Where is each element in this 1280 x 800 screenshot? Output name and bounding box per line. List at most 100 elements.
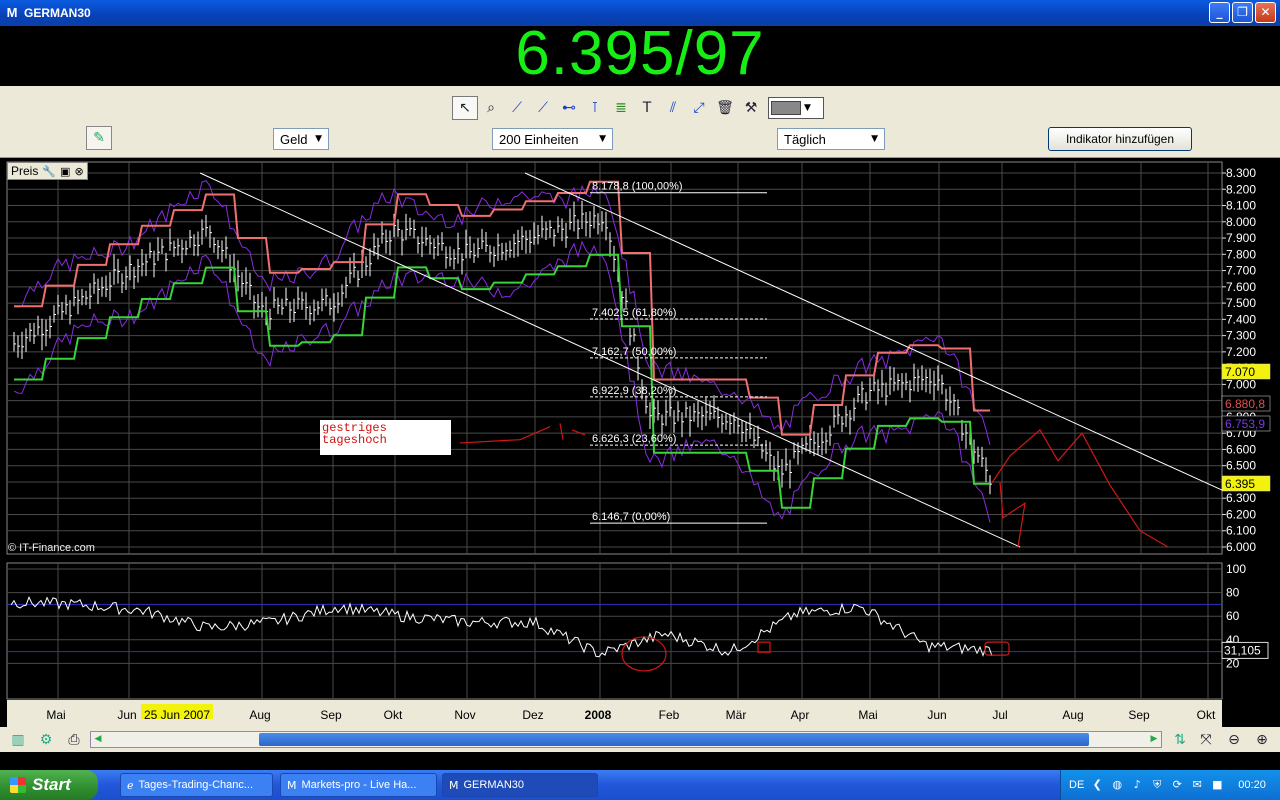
volume-icon[interactable]: ♪ (1130, 778, 1144, 792)
y-tick-label: 6.100 (1226, 524, 1256, 538)
expand-tray-icon[interactable]: ❮ (1090, 778, 1104, 792)
interval-select[interactable]: Täglich ▼ (777, 128, 885, 150)
indicator-icon[interactable]: ⚙ (36, 730, 56, 750)
units-select[interactable]: 200 Einheiten ▼ (492, 128, 613, 150)
system-tray: DE ❮ ◍ ♪ ⛨ ⟳ ✉ ■ 00:20 (1060, 770, 1280, 800)
x-tick-label: Nov (454, 708, 475, 722)
y-tick-label: 7.300 (1226, 329, 1256, 343)
price-panel-frame (6, 161, 1223, 555)
y-tick-label: 6.600 (1226, 442, 1256, 456)
fib-level-label: 7.162,7 (50,00%) (592, 346, 676, 358)
chart-type-icon[interactable]: ✎ (86, 126, 112, 150)
y-tick-label: 7.400 (1226, 312, 1256, 326)
fib-level-label: 6.626,3 (23,60%) (592, 433, 676, 445)
scroll-right-icon[interactable]: ▶ (1147, 732, 1161, 747)
window-title: GERMAN30 (24, 6, 91, 20)
x-tick-label: 25 Jun 2007 (144, 708, 210, 722)
minimize-button[interactable]: _ (1209, 2, 1230, 23)
maximize-button[interactable]: ❐ (1232, 2, 1253, 23)
fit-icon[interactable]: ⤧ (1196, 730, 1216, 750)
rsi-tick-label: 80 (1226, 586, 1240, 600)
text-icon[interactable]: T (634, 96, 660, 120)
y-tick-label: 8.000 (1226, 215, 1256, 229)
taskbar-item-browser[interactable]: ℯ Tages-Trading-Chanc... (120, 773, 273, 797)
control-panel: ↖ ⌕ ⟋ ⟋ ⊷ ⊺ ≣ T ⫽ ⤢ 🗑 ⚒ ▼ ✎ Geld ▼ 200 E… (0, 86, 1280, 158)
arrow-icon[interactable]: ⤢ (686, 96, 712, 120)
x-tick-label: Mai (46, 708, 65, 722)
price-value-tag-label: 6.395 (1225, 477, 1255, 491)
compare-icon[interactable]: ⇅ (1170, 730, 1190, 750)
parallel-lines-icon[interactable]: ⫽ (660, 96, 686, 120)
price-panel-label: Preis (11, 164, 39, 178)
vertical-line-icon[interactable]: ⊺ (582, 96, 608, 120)
y-tick-label: 8.300 (1226, 166, 1256, 180)
scroll-thumb[interactable] (259, 733, 1089, 746)
chevron-down-icon: ▼ (804, 103, 811, 113)
fib-level-label: 6.922,9 (38,20%) (592, 385, 676, 397)
x-tick-label: Okt (1197, 708, 1216, 722)
add-indicator-button[interactable]: Indikator hinzufügen (1048, 127, 1192, 151)
copyright-text: © IT-Finance.com (8, 542, 95, 554)
x-tick-label: Okt (384, 708, 403, 722)
clock: 00:20 (1238, 779, 1266, 791)
x-tick-label: Aug (249, 708, 270, 722)
y-tick-label: 6.300 (1226, 491, 1256, 505)
horizontal-line-icon[interactable]: ⊷ (556, 96, 582, 120)
zoom-icon[interactable]: ⌕ (478, 96, 504, 120)
task-label: GERMAN30 (463, 779, 525, 791)
trash-icon[interactable]: 🗑 (712, 96, 738, 120)
m-logo-icon: M (449, 778, 459, 792)
cursor-icon[interactable]: ↖ (452, 96, 478, 120)
zoom-in-icon[interactable]: ⊕ (1252, 730, 1272, 750)
trendline-icon[interactable]: ⟋ (530, 96, 556, 120)
security-icon[interactable]: ⛨ (1150, 778, 1164, 792)
x-tick-label: Aug (1062, 708, 1083, 722)
y-tick-label: 7.900 (1226, 231, 1256, 245)
close-icon[interactable]: ⊗ (74, 165, 83, 178)
zoom-out-icon[interactable]: ⊖ (1224, 730, 1244, 750)
rsi-panel-frame (6, 562, 1223, 700)
y-tick-label: 7.500 (1226, 296, 1256, 310)
fibonacci-icon[interactable]: ≣ (608, 96, 634, 120)
x-tick-label: Jun (927, 708, 946, 722)
fib-level-label: 6.146,7 (0,00%) (592, 511, 670, 523)
taskbar-item-german30[interactable]: M GERMAN30 (442, 773, 598, 797)
y-tick-label: 7.000 (1226, 377, 1256, 391)
start-button[interactable]: Start (0, 770, 98, 800)
print-icon[interactable]: ⎙ (64, 730, 84, 750)
x-tick-label: Sep (320, 708, 342, 722)
wrench-icon[interactable]: 🔧 (42, 165, 56, 178)
color-picker[interactable]: ▼ (768, 97, 824, 119)
price-chart[interactable]: Mai Jun 25 Jun 2007 Aug Sep Okt Nov Dez 2008 Feb M… (0, 158, 1280, 728)
price-type-select[interactable]: Geld ▼ (273, 128, 329, 150)
scroll-left-icon[interactable]: ◀ (91, 732, 105, 747)
x-tick-label: Mai (858, 708, 877, 722)
rsi-value-tag-label: 31,105 (1224, 643, 1261, 657)
note-line-2: tageshoch (322, 433, 387, 447)
close-button[interactable]: ✕ (1255, 2, 1276, 23)
price-value-tag-label: 7.070 (1225, 365, 1255, 379)
chart-area[interactable]: Mai Jun 25 Jun 2007 Aug Sep Okt Nov Dez 2008 Feb M… (0, 158, 1280, 728)
tools-icon[interactable]: ⚒ (738, 96, 764, 120)
drawing-toolbar: ↖ ⌕ ⟋ ⟋ ⊷ ⊺ ≣ T ⫽ ⤢ 🗑 ⚒ ▼ (452, 95, 824, 121)
taskbar: Start ℯ Tages-Trading-Chanc... M Markets… (0, 770, 1280, 800)
chat-icon[interactable]: ✉ (1190, 778, 1204, 792)
y-tick-label: 6.500 (1226, 459, 1256, 473)
window-icon[interactable]: ▣ (60, 165, 70, 178)
y-tick-label: 7.700 (1226, 264, 1256, 278)
y-tick-label: 7.800 (1226, 247, 1256, 261)
taskbar-item-markets[interactable]: M Markets-pro - Live Ha... (280, 773, 437, 797)
network-icon[interactable]: ◍ (1110, 778, 1124, 792)
y-tick-label: 8.100 (1226, 199, 1256, 213)
app-tray-icon[interactable]: ■ (1210, 778, 1224, 792)
m-logo-icon: M (6, 5, 18, 20)
chart-settings-icon[interactable]: ▥ (8, 730, 28, 750)
y-tick-label: 6.000 (1226, 540, 1256, 554)
time-scrollbar[interactable]: ◀ ▶ (90, 731, 1162, 748)
line-icon[interactable]: ⟋ (504, 96, 530, 120)
x-tick-label: Apr (791, 708, 810, 722)
update-icon[interactable]: ⟳ (1170, 778, 1184, 792)
price-quote: 6.395/97 (0, 23, 1280, 86)
language-indicator[interactable]: DE (1069, 779, 1084, 791)
fib-level-label: 7.402,5 (61,80%) (592, 307, 676, 319)
